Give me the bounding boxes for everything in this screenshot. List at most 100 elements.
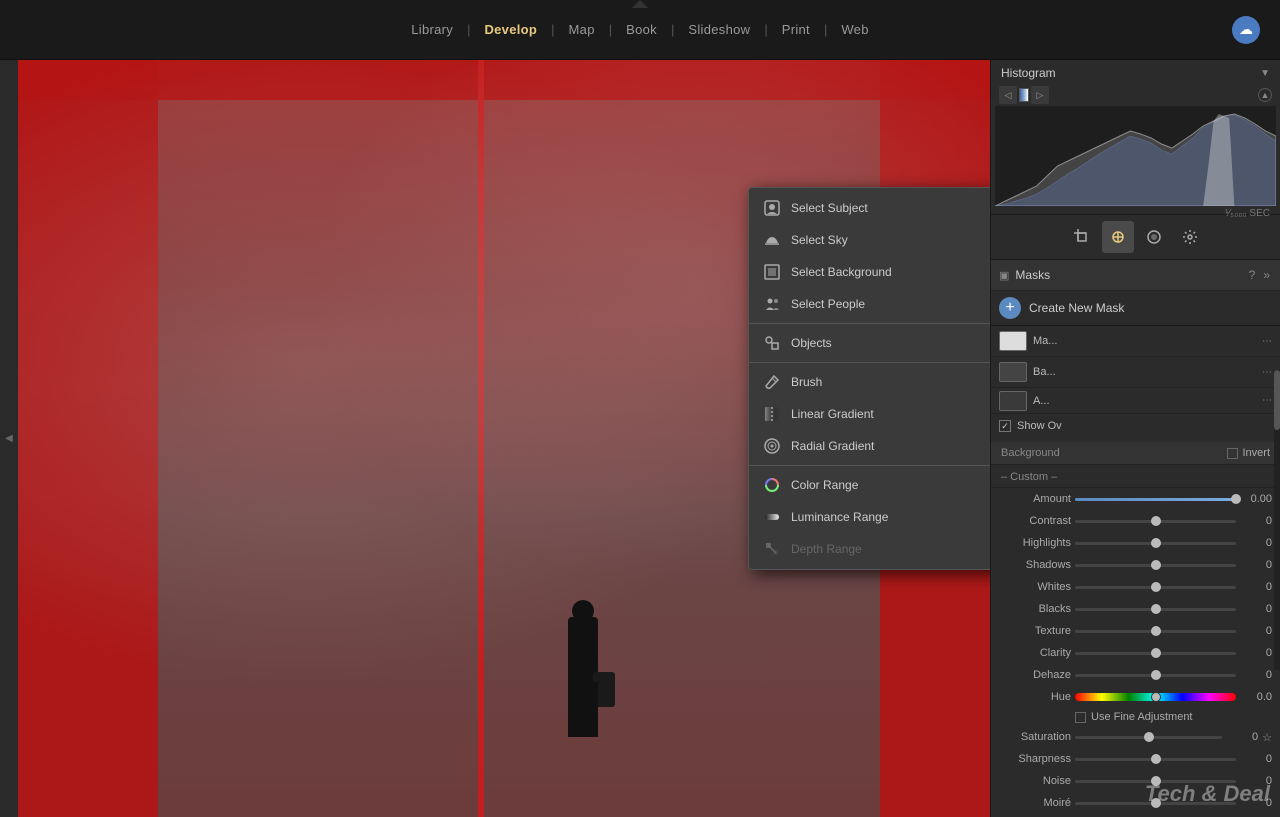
nav-web[interactable]: Web xyxy=(831,18,878,41)
show-overlay-label: Show Ov xyxy=(1017,420,1062,432)
histogram-clip-highlights[interactable]: ▷ xyxy=(1031,86,1049,104)
saturation-slider[interactable] xyxy=(1075,729,1222,745)
cloud-sync-button[interactable]: ☁ xyxy=(1232,16,1260,44)
mask-item-3[interactable]: A... ⋯ xyxy=(991,388,1280,414)
shadows-slider[interactable] xyxy=(1075,557,1236,573)
clarity-slider-row: Clarity 0 xyxy=(991,642,1280,664)
dehaze-label: Dehaze xyxy=(999,669,1071,681)
radial-gradient-icon xyxy=(763,437,781,455)
use-fine-adjustment-label: Use Fine Adjustment xyxy=(1091,711,1193,723)
moire-value: 0 xyxy=(1240,797,1272,809)
use-fine-adjustment-checkbox[interactable] xyxy=(1075,712,1086,723)
crop-tool-button[interactable] xyxy=(1066,221,1098,253)
sharpness-slider[interactable] xyxy=(1075,751,1236,767)
noise-label: Noise xyxy=(999,775,1071,787)
dehaze-slider[interactable] xyxy=(1075,667,1236,683)
masks-help-button[interactable]: ? xyxy=(1247,266,1258,284)
saturation-label: Saturation xyxy=(999,731,1071,743)
blacks-label: Blacks xyxy=(999,603,1071,615)
hue-slider-row: Hue 0.0 xyxy=(991,686,1280,708)
scrollbar-thumb[interactable] xyxy=(1274,370,1280,430)
dehaze-slider-row: Dehaze 0 xyxy=(991,664,1280,686)
menu-item-select-sky[interactable]: Select Sky xyxy=(749,224,990,256)
menu-item-select-background[interactable]: Select Background xyxy=(749,256,990,288)
dehaze-value: 0 xyxy=(1240,669,1272,681)
contrast-slider[interactable] xyxy=(1075,513,1236,529)
nav-slideshow[interactable]: Slideshow xyxy=(678,18,760,41)
custom-preset-row: – Custom – xyxy=(991,465,1280,488)
histogram-chevron-icon[interactable]: ▼ xyxy=(1260,68,1270,79)
brush-label: Brush xyxy=(791,375,990,389)
texture-label: Texture xyxy=(999,625,1071,637)
brush-icon xyxy=(763,373,781,391)
main-layout: ◀ Select Subject xyxy=(0,60,1280,817)
menu-item-select-people[interactable]: Select People xyxy=(749,288,990,320)
create-new-mask-button[interactable]: + xyxy=(999,297,1021,319)
masks-title-area: ▣ Masks xyxy=(999,268,1050,282)
blacks-slider[interactable] xyxy=(1075,601,1236,617)
histogram-clip-shadows[interactable]: ◁ xyxy=(999,86,1017,104)
select-background-label: Select Background xyxy=(791,265,990,279)
menu-item-radial-gradient[interactable]: Radial Gradient (Shift+M) xyxy=(749,430,990,462)
texture-value: 0 xyxy=(1240,625,1272,637)
select-people-icon xyxy=(763,295,781,313)
moire-slider[interactable] xyxy=(1075,795,1236,811)
invert-checkbox[interactable] xyxy=(1227,448,1238,459)
whites-slider[interactable] xyxy=(1075,579,1236,595)
highlights-slider[interactable] xyxy=(1075,535,1236,551)
menu-item-brush[interactable]: Brush (K) xyxy=(749,366,990,398)
mask-label-3: A... xyxy=(1033,395,1256,407)
mask-item-1[interactable]: Ma... ⋯ xyxy=(991,326,1280,357)
select-subject-icon xyxy=(763,199,781,217)
invert-label: Invert xyxy=(1242,447,1270,459)
masks-expand-button[interactable]: » xyxy=(1261,266,1272,284)
mask-thumbnail-1 xyxy=(999,331,1027,351)
menu-item-select-subject[interactable]: Select Subject xyxy=(749,192,990,224)
heal-tool-button[interactable] xyxy=(1102,221,1134,253)
mask-item-2[interactable]: Ba... ⋯ xyxy=(991,357,1280,388)
nav-print[interactable]: Print xyxy=(772,18,820,41)
blacks-value: 0 xyxy=(1240,603,1272,615)
right-panel-scrollbar[interactable] xyxy=(1274,370,1280,670)
noise-value: 0 xyxy=(1240,775,1272,787)
amount-slider[interactable] xyxy=(1075,491,1236,507)
clarity-slider[interactable] xyxy=(1075,645,1236,661)
select-sky-label: Select Sky xyxy=(791,233,990,247)
texture-slider-row: Texture 0 xyxy=(991,620,1280,642)
menu-item-color-range[interactable]: Color Range (Shift+J) xyxy=(749,469,990,501)
menu-separator-2 xyxy=(749,362,990,363)
highlights-slider-row: Highlights 0 xyxy=(991,532,1280,554)
settings-panel-button[interactable] xyxy=(1174,221,1206,253)
nav-menu: Library | Develop | Map | Book | Slidesh… xyxy=(401,18,879,41)
sharpness-value: 0 xyxy=(1240,753,1272,765)
menu-item-objects[interactable]: Objects xyxy=(749,327,990,359)
noise-slider[interactable] xyxy=(1075,773,1236,789)
left-panel-toggle[interactable]: ◀ xyxy=(0,60,18,817)
menu-item-linear-gradient[interactable]: Linear Gradient (M) xyxy=(749,398,990,430)
show-overlay-row: Show Ov xyxy=(991,414,1280,438)
mask-item-icon-3: ⋯ xyxy=(1262,395,1272,406)
nav-map[interactable]: Map xyxy=(559,18,605,41)
show-overlay-checkbox[interactable] xyxy=(999,420,1011,432)
hue-slider[interactable] xyxy=(1075,689,1236,705)
saturation-slider-row: Saturation 0 ☆ xyxy=(991,726,1280,748)
select-subject-label: Select Subject xyxy=(791,201,990,215)
menu-item-depth-range: Depth Range (Shift+Z) xyxy=(749,533,990,565)
histogram-section: Histogram ▼ ◁ ▷ ▲ xyxy=(991,60,1280,215)
masking-tool-button[interactable] xyxy=(1138,221,1170,253)
shadows-slider-row: Shadows 0 xyxy=(991,554,1280,576)
menu-item-luminance-range[interactable]: Luminance Range (Shift+Q) xyxy=(749,501,990,533)
sharpness-label: Sharpness xyxy=(999,753,1071,765)
texture-slider[interactable] xyxy=(1075,623,1236,639)
whites-slider-row: Whites 0 xyxy=(991,576,1280,598)
mask-thumbnail-3 xyxy=(999,391,1027,411)
moire-label: Moiré xyxy=(999,797,1071,809)
noise-slider-row: Noise 0 xyxy=(991,770,1280,792)
nav-library[interactable]: Library xyxy=(401,18,463,41)
nav-develop[interactable]: Develop xyxy=(474,18,547,41)
histogram-info-icon[interactable]: ▲ xyxy=(1258,88,1272,102)
nav-book[interactable]: Book xyxy=(616,18,667,41)
saturation-star: ☆ xyxy=(1262,731,1272,744)
amount-value: 0.00 xyxy=(1240,493,1272,505)
whites-label: Whites xyxy=(999,581,1071,593)
